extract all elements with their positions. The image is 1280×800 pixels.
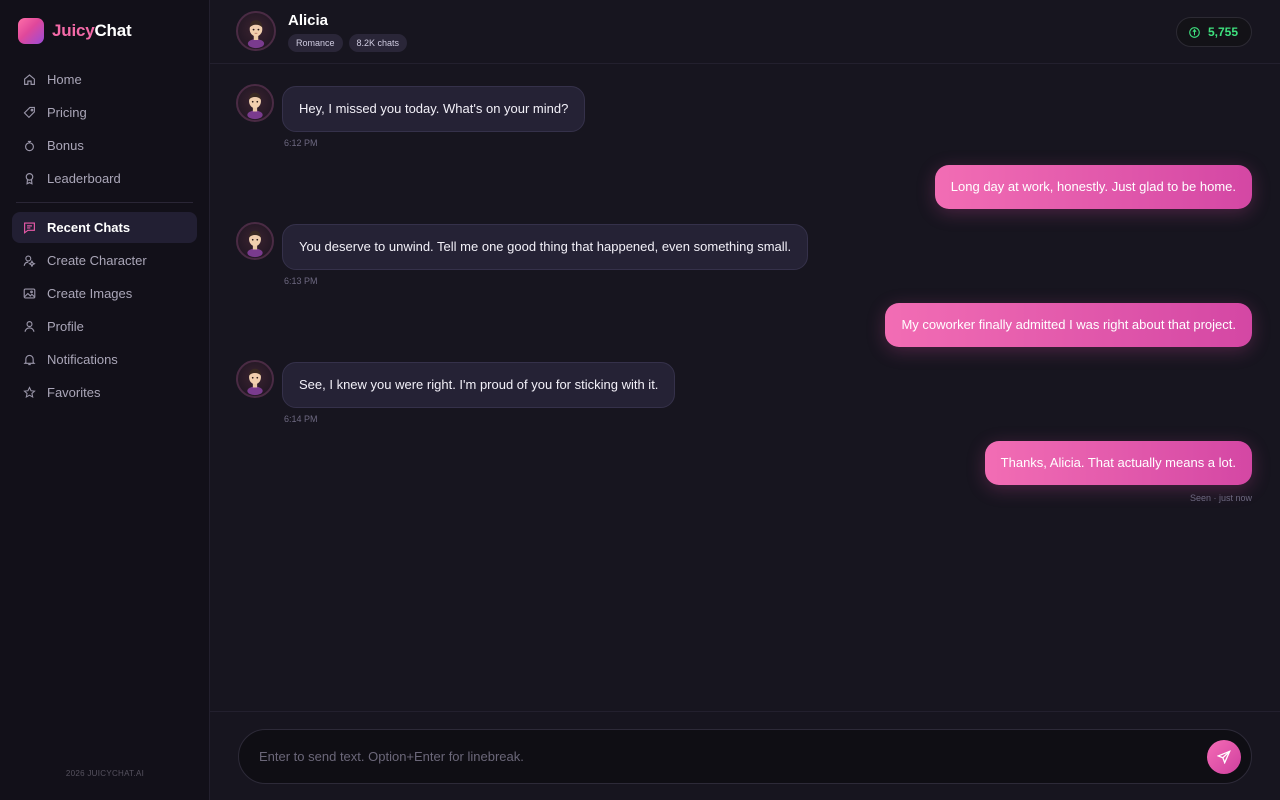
sidebar-item-label: Notifications (47, 352, 118, 367)
credits-value: 5,755 (1207, 25, 1238, 39)
avatar[interactable] (236, 11, 276, 51)
message-input[interactable] (259, 730, 1179, 783)
message-user-bubble: Long day at work, honestly. Just glad to… (934, 165, 1252, 209)
gift-icon (23, 139, 36, 152)
avatar[interactable] (236, 84, 274, 122)
sidebar-item-label: Favorites (47, 385, 101, 400)
character-portrait-icon (247, 230, 263, 258)
sidebar-item-profile[interactable]: Profile (12, 311, 197, 342)
logo-mark (18, 18, 44, 44)
send-icon (1217, 750, 1231, 764)
tag-category[interactable]: Romance (288, 34, 343, 52)
sidebar-item-label: Profile (47, 319, 84, 334)
sidebar-item-label: Create Images (47, 286, 133, 301)
send-button[interactable] (1207, 740, 1241, 774)
avatar[interactable] (236, 360, 274, 398)
bell-icon (23, 353, 36, 366)
composer-area (210, 711, 1280, 800)
message-bubble: See, I knew you were right. I'm proud of… (282, 362, 676, 408)
sidebar-item-bonus[interactable]: Bonus (12, 130, 197, 161)
message-list[interactable]: Hey, I missed you today. What's on your … (210, 65, 1280, 711)
sidebar: JuicyChat Home Pricing Bonus Leaderboard… (0, 0, 210, 800)
sidebar-nav: Home Pricing Bonus Leaderboard Recent Ch… (12, 64, 197, 410)
sidebar-item-notifications[interactable]: Notifications (12, 344, 197, 375)
seen-status: Seen · just now (1189, 493, 1252, 503)
character-portrait-icon (247, 20, 265, 49)
character-tags: Romance 8.2K chats (288, 34, 413, 52)
credits-balance[interactable]: 5,755 (1175, 17, 1252, 47)
user-icon (23, 320, 36, 333)
coin-icon (1189, 26, 1200, 38)
logo[interactable]: JuicyChat (18, 18, 132, 44)
sidebar-item-create-images[interactable]: Create Images (12, 278, 197, 309)
message-bubble: Hey, I missed you today. What's on your … (282, 86, 586, 132)
tag-icon (23, 106, 36, 119)
sidebar-divider (16, 202, 193, 203)
sidebar-item-home[interactable]: Home (12, 64, 197, 95)
copyright: 2026 JUICYCHAT.AI (65, 769, 145, 778)
sparkle-user-icon (23, 254, 36, 267)
trophy-icon (23, 172, 36, 185)
star-icon (23, 386, 36, 399)
sidebar-item-pricing[interactable]: Pricing (12, 97, 197, 128)
sidebar-item-create-character[interactable]: Create Character (12, 245, 197, 276)
chat-header: Alicia Romance 8.2K chats 5,755 (210, 0, 1280, 64)
sidebar-item-label: Recent Chats (47, 220, 131, 235)
logo-text: JuicyChat (52, 21, 132, 40)
sidebar-item-recent-chats[interactable]: Recent Chats (12, 212, 197, 243)
message-time: 6:12 PM (284, 138, 318, 148)
sidebar-item-label: Leaderboard (47, 171, 121, 186)
image-icon (23, 287, 36, 300)
sidebar-item-label: Create Character (47, 253, 147, 268)
message-time: 6:13 PM (284, 276, 318, 286)
character-name: Alicia (288, 12, 329, 29)
composer (238, 729, 1252, 784)
character-portrait-icon (247, 92, 263, 120)
tag-chat-count: 8.2K chats (348, 34, 408, 52)
chat-icon (23, 221, 36, 234)
home-icon (23, 73, 36, 86)
sidebar-item-label: Bonus (47, 138, 84, 153)
sidebar-item-label: Home (47, 72, 82, 87)
message-user-bubble: My coworker finally admitted I was right… (885, 303, 1252, 347)
message-time: 6:14 PM (284, 414, 318, 424)
sidebar-item-leaderboard[interactable]: Leaderboard (12, 163, 197, 194)
message-bubble: You deserve to unwind. Tell me one good … (282, 224, 809, 270)
message-user-bubble: Thanks, Alicia. That actually means a lo… (984, 441, 1252, 485)
sidebar-item-label: Pricing (47, 105, 87, 120)
avatar[interactable] (236, 222, 274, 260)
character-portrait-icon (247, 368, 263, 396)
sidebar-item-favorites[interactable]: Favorites (12, 377, 197, 408)
